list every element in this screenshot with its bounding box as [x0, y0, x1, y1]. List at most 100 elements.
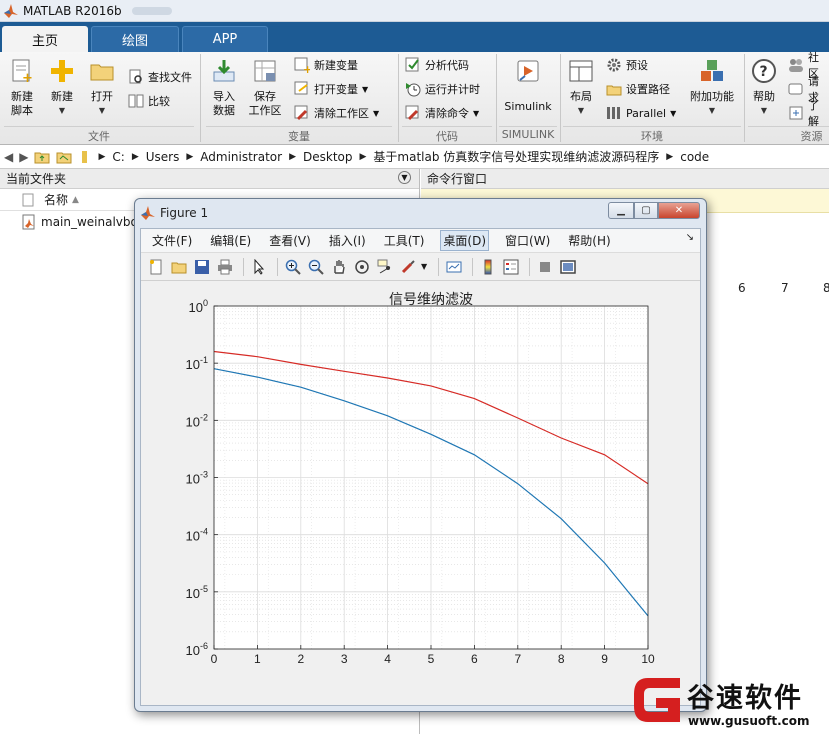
menu-help[interactable]: 帮助(H) — [566, 231, 612, 250]
svg-text:+: + — [22, 71, 33, 84]
print-button[interactable] — [215, 257, 235, 277]
new-button[interactable]: 新建 ▼ — [44, 58, 80, 118]
link-plot-button[interactable] — [444, 257, 464, 277]
forward-arrow-icon[interactable]: ▶ — [19, 150, 28, 164]
figure-window[interactable]: Figure 1 ▁ ▢ ✕ 文件(F) 编辑(E) 查看(V) 插入(I) 工… — [134, 198, 707, 712]
tab-apps[interactable]: APP — [182, 26, 268, 52]
breadcrumb-code[interactable]: code — [680, 150, 709, 164]
pan-button[interactable] — [329, 257, 349, 277]
simulink-icon — [517, 60, 539, 82]
svg-text:+: + — [303, 63, 310, 73]
clear-commands-button[interactable]: 清除命令 ▼ — [405, 104, 479, 122]
show-plot-tools-button[interactable] — [558, 257, 578, 277]
tab-plots[interactable]: 绘图 — [91, 26, 179, 52]
compare-button[interactable]: 比较 — [128, 92, 170, 110]
legend-button[interactable] — [501, 257, 521, 277]
maximize-button[interactable]: ▢ — [634, 202, 658, 219]
addons-cubes-icon — [701, 60, 723, 81]
rotate-3d-button[interactable] — [352, 257, 372, 277]
zoom-in-icon — [285, 259, 301, 275]
brush-button[interactable] — [398, 257, 418, 277]
find-files-button[interactable]: 查找文件 — [128, 68, 192, 86]
preferences-button[interactable]: 预设 — [606, 56, 648, 74]
open-folder-icon — [171, 262, 187, 273]
menu-window[interactable]: 窗口(W) — [503, 231, 552, 250]
request-support-button[interactable]: 请求 — [788, 75, 829, 104]
parallel-button[interactable]: Parallel ▼ — [606, 104, 676, 122]
layout-button[interactable]: 布局 ▼ — [564, 58, 598, 118]
dock-arrow-icon[interactable]: ↘ — [686, 232, 694, 243]
save-workspace-icon — [254, 60, 276, 82]
menu-file[interactable]: 文件(F) — [150, 231, 194, 250]
minimize-icon: ▁ — [617, 205, 625, 216]
zoom-out-button[interactable] — [306, 257, 326, 277]
panel-menu-icon[interactable]: ▼ — [398, 171, 411, 184]
clear-workspace-icon — [294, 105, 308, 121]
zoom-in-button[interactable] — [283, 257, 303, 277]
breadcrumb-administrator[interactable]: Administrator — [200, 150, 282, 164]
open-button[interactable]: 打开 ▼ — [84, 58, 120, 118]
save-disk-icon — [195, 259, 209, 274]
output-number: 7 — [781, 281, 789, 295]
menu-desktop[interactable]: 桌面(D) — [440, 230, 490, 251]
y-tick-label: 10-6 — [186, 641, 208, 658]
brush-dropdown-icon[interactable]: ▼ — [421, 262, 427, 271]
x-tick-label: 3 — [341, 652, 348, 666]
browse-folder-icon[interactable] — [56, 150, 72, 164]
run-and-time-icon — [406, 83, 421, 97]
clear-workspace-button[interactable]: 清除工作区 ▼ — [294, 104, 379, 122]
open-file-button[interactable] — [169, 257, 189, 277]
y-tick-label: 10-3 — [186, 470, 208, 487]
data-cursor-icon — [377, 259, 391, 273]
help-button[interactable]: ? 帮助 ▼ — [748, 58, 780, 118]
set-path-button[interactable]: 设置路径 — [606, 80, 670, 98]
new-figure-button[interactable] — [146, 257, 166, 277]
m-file-icon — [22, 214, 35, 230]
close-button[interactable]: ✕ — [658, 202, 700, 219]
title-bar: MATLAB R2016b — [0, 0, 829, 22]
figure-menu-bar: 文件(F) 编辑(E) 查看(V) 插入(I) 工具(T) 桌面(D) 窗口(W… — [141, 229, 700, 253]
line-chart[interactable]: 0 1 2 3 4 5 6 7 8 9 1010010-110-210-310-410-510-6信… — [141, 292, 700, 719]
clear-commands-icon — [405, 105, 419, 121]
file-column-icon — [22, 193, 34, 206]
y-tick-label: 10-5 — [186, 584, 208, 601]
breadcrumb-users[interactable]: Users — [146, 150, 180, 164]
set-path-icon — [606, 85, 622, 96]
plot-area: 0 1 2 3 4 5 6 7 8 9 10 100 10-1 10-2 10-3 10-4 10-5 10-6 信… — [141, 282, 700, 705]
breadcrumb-desktop[interactable]: Desktop — [303, 150, 353, 164]
menu-insert[interactable]: 插入(I) — [327, 231, 368, 250]
menu-view[interactable]: 查看(V) — [267, 231, 313, 250]
community-button[interactable]: 社区 — [788, 51, 829, 80]
hide-plot-tools-button[interactable] — [535, 257, 555, 277]
analyze-code-button[interactable]: 分析代码 — [405, 56, 469, 74]
breadcrumb-c[interactable]: C: — [112, 150, 124, 164]
edit-plot-button[interactable] — [249, 257, 269, 277]
breadcrumb-project[interactable]: 基于matlab 仿真数字信号处理实现维纳滤波源码程序 — [373, 148, 659, 165]
hand-icon — [334, 259, 345, 274]
output-number: 8 — [823, 281, 829, 295]
import-data-button[interactable]: 导入 数据 — [206, 58, 242, 118]
simulink-button[interactable]: Simulink — [502, 58, 554, 114]
tab-home[interactable]: 主页 — [2, 26, 88, 52]
learn-button[interactable]: 了解 — [788, 99, 829, 128]
save-figure-button[interactable] — [192, 257, 212, 277]
new-variable-button[interactable]: + 新建变量 — [294, 56, 358, 74]
back-arrow-icon[interactable]: ◀ — [4, 150, 13, 164]
chart-title: 信号维纳滤波 — [389, 292, 473, 308]
hide-tools-icon — [540, 261, 551, 272]
menu-edit[interactable]: 编辑(E) — [208, 231, 253, 250]
figure-title-bar[interactable]: Figure 1 ▁ ▢ ✕ — [135, 199, 706, 227]
y-tick-label: 10-1 — [186, 355, 208, 372]
new-script-button[interactable]: + 新建 脚本 — [4, 58, 40, 118]
menu-tools[interactable]: 工具(T) — [382, 231, 427, 250]
addons-button[interactable]: 附加功能 ▼ — [684, 58, 740, 118]
up-folder-icon[interactable] — [34, 150, 50, 164]
data-cursor-button[interactable] — [375, 257, 395, 277]
open-variable-button[interactable]: 打开变量 ▼ — [294, 80, 368, 98]
x-tick-label: 2 — [297, 652, 304, 666]
save-workspace-button[interactable]: 保存 工作区 — [246, 58, 284, 118]
colorbar-button[interactable] — [478, 257, 498, 277]
minimize-button[interactable]: ▁ — [608, 202, 634, 219]
run-and-time-button[interactable]: 运行并计时 — [405, 80, 480, 98]
colorbar-icon — [484, 259, 492, 274]
